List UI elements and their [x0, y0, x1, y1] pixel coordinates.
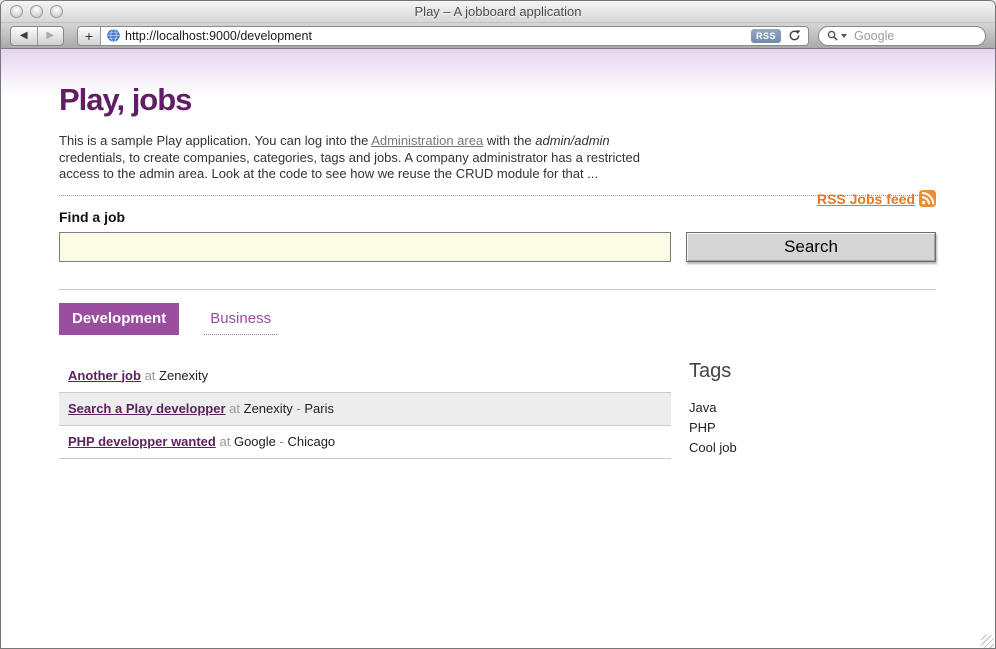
browser-toolbar: ◀ ▶ + http://localhost:9000/development … [1, 23, 995, 49]
job-dash: - [280, 434, 284, 449]
tag-item[interactable]: Java [689, 398, 737, 418]
reload-icon[interactable] [788, 29, 801, 42]
tags-list: Java PHP Cool job [689, 398, 737, 458]
intro-text-3: credentials, to create companies, catego… [59, 150, 640, 182]
job-row: Search a Play developper at Zenexity - P… [59, 393, 671, 426]
tab-business[interactable]: Business [204, 303, 277, 335]
job-company: Zenexity [159, 368, 208, 383]
back-button[interactable]: ◀ [11, 27, 38, 45]
window-title: Play – A jobboard application [1, 4, 995, 19]
search-placeholder: Google [854, 29, 894, 43]
section-divider [59, 289, 936, 290]
tag-item[interactable]: Cool job [689, 438, 737, 458]
intro-paragraph: This is a sample Play application. You c… [59, 133, 667, 183]
job-row: PHP developper wanted at Google - Chicag… [59, 426, 671, 459]
new-tab-button[interactable]: + [78, 27, 101, 45]
category-tabs: Development Business [59, 303, 936, 335]
page-content: Play, jobs This is a sample Play applica… [1, 49, 995, 649]
nav-buttons: ◀ ▶ [10, 26, 64, 46]
job-company: Google [234, 434, 276, 449]
chevron-down-icon [841, 34, 847, 38]
forward-button[interactable]: ▶ [38, 27, 64, 45]
tab-development[interactable]: Development [59, 303, 179, 335]
credentials-text: admin/admin [535, 133, 609, 148]
tags-sidebar: Tags Java PHP Cool job [689, 360, 737, 459]
search-button[interactable]: Search [686, 232, 936, 262]
job-at: at [145, 368, 156, 383]
job-search-input[interactable] [59, 232, 671, 262]
rss-jobs-feed-link[interactable]: RSS Jobs feed [817, 190, 936, 207]
job-location: Paris [304, 401, 334, 416]
browser-window: Play – A jobboard application ◀ ▶ + http… [0, 0, 996, 649]
address-bar: + http://localhost:9000/development RSS [77, 26, 809, 46]
page-title: Play, jobs [59, 49, 936, 118]
title-bar: Play – A jobboard application [1, 1, 995, 23]
rss-jobs-feed-label: RSS Jobs feed [817, 191, 915, 207]
jobs-area: Another job at Zenexity Search a Play de… [59, 360, 936, 459]
find-a-job-label: Find a job [59, 209, 936, 225]
job-company: Zenexity [244, 401, 293, 416]
url-field[interactable]: http://localhost:9000/development [125, 29, 751, 43]
job-row: Another job at Zenexity [59, 360, 671, 393]
dotted-divider [59, 195, 936, 196]
tag-item[interactable]: PHP [689, 418, 737, 438]
resize-grip[interactable] [981, 635, 994, 648]
job-link[interactable]: Search a Play developper [68, 401, 226, 416]
rss-feed-icon [919, 190, 936, 207]
google-search-field[interactable]: Google [818, 26, 986, 46]
job-location: Chicago [287, 434, 335, 449]
globe-favicon-icon [107, 29, 120, 42]
jobs-table: Another job at Zenexity Search a Play de… [59, 360, 671, 459]
job-link[interactable]: PHP developper wanted [68, 434, 216, 449]
intro-text-2: with the [483, 133, 535, 148]
rss-badge[interactable]: RSS [751, 29, 781, 43]
search-icon [827, 30, 838, 41]
job-search-form: Search [59, 232, 936, 262]
tags-heading: Tags [689, 360, 737, 383]
intro-text-1: This is a sample Play application. You c… [59, 133, 371, 148]
job-at: at [229, 401, 240, 416]
job-at: at [219, 434, 230, 449]
job-link[interactable]: Another job [68, 368, 141, 383]
administration-area-link[interactable]: Administration area [371, 133, 483, 148]
job-dash: - [296, 401, 300, 416]
